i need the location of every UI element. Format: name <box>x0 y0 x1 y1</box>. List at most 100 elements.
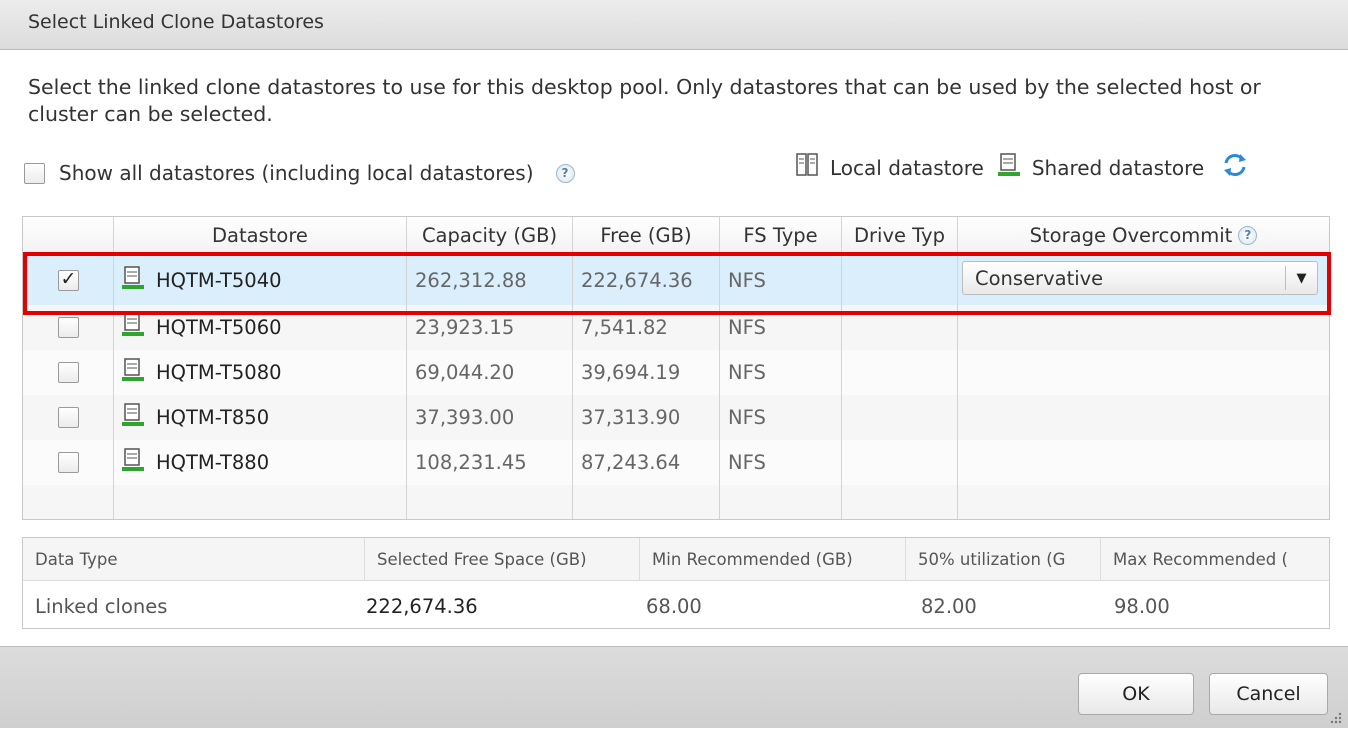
shared-datastore-icon <box>122 448 144 477</box>
storage-overcommit-cell <box>958 395 1329 440</box>
fs-type-cell: NFS <box>720 305 842 350</box>
dialog-title: Select Linked Clone Datastores <box>28 11 324 33</box>
space-summary-table: Data Type Selected Free Space (GB) Min R… <box>22 537 1330 629</box>
dialog-footer: OK Cancel <box>0 646 1348 728</box>
datastore-row[interactable]: HQTM-T850 37,393.00 37,313.90 NFS <box>23 395 1329 440</box>
drive-type-cell <box>842 395 958 440</box>
chevron-down-icon[interactable]: ▼ <box>1285 266 1317 290</box>
datastore-name-cell: HQTM-T850 <box>114 395 407 440</box>
row-select-cell <box>23 440 114 485</box>
shared-datastore-icon <box>122 358 144 387</box>
fs-type-cell: NFS <box>720 395 842 440</box>
row-select-cell <box>23 305 114 350</box>
column-header-drive-type[interactable]: Drive Typ <box>842 217 958 254</box>
shared-datastore-icon <box>997 153 1020 182</box>
local-datastore-label: Local datastore <box>830 155 984 180</box>
empty-grid-row <box>23 485 1329 519</box>
datastore-name: HQTM-T880 <box>156 451 270 474</box>
datastore-name: HQTM-T5060 <box>156 316 282 339</box>
row-select-cell <box>23 395 114 440</box>
summary-header-50-utilization: 50% utilization (G <box>906 538 1101 581</box>
datastore-name-cell: HQTM-T880 <box>114 440 407 485</box>
empty-cell <box>114 485 407 519</box>
row-select-cell <box>23 350 114 395</box>
row-checkbox[interactable] <box>57 268 79 291</box>
storage-overcommit-cell: Conservative ▼ <box>958 255 1329 305</box>
free-cell: 39,694.19 <box>573 350 720 395</box>
datastore-name-cell: HQTM-T5080 <box>114 350 407 395</box>
free-cell: 37,313.90 <box>573 395 720 440</box>
row-checkbox[interactable] <box>57 407 79 428</box>
datastore-row[interactable]: HQTM-T5060 23,923.15 7,541.82 NFS <box>23 305 1329 350</box>
datastore-name: HQTM-T5040 <box>156 268 282 292</box>
help-icon[interactable]: ? <box>1238 226 1258 245</box>
column-header-free[interactable]: Free (GB) <box>573 217 720 254</box>
free-cell: 222,674.36 <box>573 255 720 305</box>
summary-max-recommended: 98.00 <box>1114 594 1170 618</box>
row-checkbox[interactable] <box>57 452 79 473</box>
drive-type-cell <box>842 255 958 305</box>
empty-cell <box>407 485 573 519</box>
capacity-cell: 108,231.45 <box>407 440 573 485</box>
datastore-name-cell: HQTM-T5040 <box>114 255 407 305</box>
storage-overcommit-cell <box>958 350 1329 395</box>
show-all-label[interactable]: Show all datastores (including local dat… <box>59 161 534 185</box>
datastore-name: HQTM-T850 <box>156 406 270 429</box>
dialog-title-bar: Select Linked Clone Datastores <box>0 0 1348 50</box>
refresh-icon[interactable] <box>1222 152 1248 183</box>
empty-cell <box>23 485 114 519</box>
show-all-datastores-option[interactable]: Show all datastores (including local dat… <box>24 158 575 188</box>
shared-datastore-icon <box>122 265 144 295</box>
summary-row: Linked clones 222,674.36 68.00 82.00 98.… <box>23 582 1329 630</box>
datastore-legend: Local datastore Shared datastore <box>796 152 1248 183</box>
capacity-cell: 23,923.15 <box>407 305 573 350</box>
column-header-storage-overcommit[interactable]: Storage Overcommit ? <box>958 217 1329 254</box>
free-cell: 7,541.82 <box>573 305 720 350</box>
datastore-row[interactable]: HQTM-T5040 262,312.88 222,674.36 NFS Con… <box>23 255 1329 305</box>
empty-cell <box>958 485 1329 519</box>
drive-type-cell <box>842 440 958 485</box>
storage-overcommit-select[interactable]: Conservative ▼ <box>962 261 1318 295</box>
capacity-cell: 37,393.00 <box>407 395 573 440</box>
cancel-button[interactable]: Cancel <box>1209 673 1328 715</box>
ok-button[interactable]: OK <box>1078 673 1194 715</box>
datastore-row[interactable]: HQTM-T5080 69,044.20 39,694.19 NFS <box>23 350 1329 395</box>
storage-overcommit-header-label: Storage Overcommit <box>1029 224 1233 247</box>
resize-grip-icon[interactable] <box>1328 710 1342 724</box>
show-all-checkbox[interactable] <box>24 162 45 184</box>
column-header-capacity[interactable]: Capacity (GB) <box>407 217 573 254</box>
summary-header-data-type: Data Type <box>23 538 365 581</box>
summary-50-utilization: 82.00 <box>921 594 977 618</box>
storage-overcommit-cell <box>958 440 1329 485</box>
empty-cell <box>573 485 720 519</box>
local-datastore-icon <box>796 153 818 182</box>
grid-header-row: Datastore Capacity (GB) Free (GB) FS Typ… <box>23 217 1329 255</box>
row-checkbox[interactable] <box>57 362 79 383</box>
empty-cell <box>720 485 842 519</box>
datastore-row[interactable]: HQTM-T880 108,231.45 87,243.64 NFS <box>23 440 1329 485</box>
capacity-cell: 69,044.20 <box>407 350 573 395</box>
column-header-datastore[interactable]: Datastore <box>114 217 407 254</box>
row-checkbox[interactable] <box>57 317 79 338</box>
summary-header-row: Data Type Selected Free Space (GB) Min R… <box>23 538 1329 581</box>
column-header-fs-type[interactable]: FS Type <box>720 217 842 254</box>
drive-type-cell <box>842 350 958 395</box>
capacity-cell: 262,312.88 <box>407 255 573 305</box>
shared-datastore-icon <box>122 403 144 432</box>
column-header-select <box>23 217 114 254</box>
dialog-description: Select the linked clone datastores to us… <box>28 75 1261 126</box>
free-cell: 87,243.64 <box>573 440 720 485</box>
empty-cell <box>842 485 958 519</box>
datastore-name: HQTM-T5080 <box>156 361 282 384</box>
fs-type-cell: NFS <box>720 440 842 485</box>
fs-type-cell: NFS <box>720 350 842 395</box>
datastore-grid: Datastore Capacity (GB) Free (GB) FS Typ… <box>22 216 1330 520</box>
summary-header-selected-free: Selected Free Space (GB) <box>365 538 640 581</box>
fs-type-cell: NFS <box>720 255 842 305</box>
help-icon[interactable]: ? <box>555 163 575 183</box>
summary-min-recommended: 68.00 <box>646 594 702 618</box>
shared-datastore-icon <box>122 313 144 342</box>
shared-datastore-label: Shared datastore <box>1031 155 1205 180</box>
summary-header-min-recommended: Min Recommended (GB) <box>640 538 906 581</box>
summary-selected-free: 222,674.36 <box>366 594 478 618</box>
